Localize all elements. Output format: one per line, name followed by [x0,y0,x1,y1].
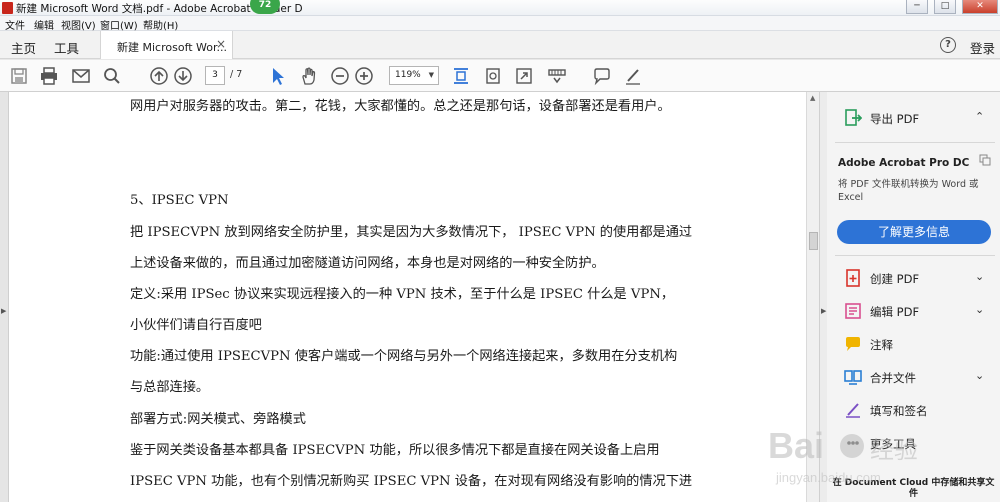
copy-icon[interactable] [979,154,991,166]
page-total: / 7 [230,69,243,80]
divider [835,142,995,143]
product-name: Adobe Acrobat Pro DC [838,157,970,169]
scroll-up-icon[interactable]: ▲ [810,94,815,102]
maximize-button[interactable]: □ [934,0,956,14]
tab-home[interactable]: 主页 [11,38,36,57]
help-icon[interactable]: ? [940,37,956,53]
vertical-scrollbar[interactable]: ▲ [806,92,819,502]
more-tools-label: 更多工具 [870,437,916,451]
combine-files-label: 合并文件 [870,371,916,385]
doc-text-line: 功能:通过使用 IPSECVPN 使客户端或一个网络与另外一个网络连接起来，多数… [130,349,678,364]
doc-text-line: 网用户对服务器的攻击。第二，花钱，大家都懂的。总之还是那句话，设备部署还是看用户… [130,99,671,114]
edit-pdf-label: 编辑 PDF [870,305,920,319]
scroll-mode-icon[interactable] [547,66,567,86]
fill-sign-label: 填写和签名 [870,404,928,418]
close-tab-icon[interactable]: × [216,37,226,51]
chevron-down-icon[interactable]: ⌄ [975,270,984,283]
comment-label: 注释 [870,338,893,352]
scrollbar-thumb[interactable] [809,232,818,250]
create-pdf-icon [844,269,862,287]
document-tab-label: 新建 Microsoft Wor... [117,41,228,54]
product-description: 将 PDF 文件联机转换为 Word 或 Excel [838,179,979,203]
create-pdf-label: 创建 PDF [870,272,920,286]
toolbar: 3 / 7 119% ▼ [0,60,1000,92]
doc-heading: 5、IPSEC VPN [130,193,229,208]
chevron-down-icon[interactable]: ⌄ [975,369,984,382]
tab-bar: 主页 工具 新建 Microsoft Wor... × ? 登录 [0,31,1000,59]
menu-edit[interactable]: 编辑 [34,17,54,32]
export-pdf-item[interactable]: 导出 PDF ⌃ [827,103,1000,133]
more-tools-icon [844,434,862,452]
comment-icon[interactable] [592,66,612,86]
fill-sign-icon [844,401,862,419]
combine-files-item[interactable]: 合并文件 ⌄ [827,362,1000,392]
edit-pdf-icon [844,302,862,320]
export-pdf-icon [844,109,863,127]
chevron-down-icon: ▼ [428,71,434,79]
doc-text-line: 鉴于网关类设备基本都具备 IPSECVPN 功能，所以很多情况下都是直接在网关设… [130,443,660,458]
print-icon[interactable] [39,66,59,86]
fill-sign-item[interactable]: 填写和签名 [827,395,1000,425]
hand-icon[interactable] [299,66,319,86]
zoom-in-icon[interactable] [354,66,374,86]
menu-help[interactable]: 帮助(H) [143,17,178,32]
menu-view[interactable]: 视图(V) [61,17,96,32]
zoom-select[interactable]: 119% ▼ [389,66,439,85]
collapse-right-icon[interactable]: ▶ [821,307,826,315]
fullscreen-icon[interactable] [514,66,534,86]
document-viewport[interactable]: 网用户对服务器的攻击。第二，花钱，大家都懂的。总之还是那句话，设备部署还是看用户… [9,92,806,502]
save-icon[interactable] [9,66,29,86]
more-tools-item[interactable]: 更多工具 [827,428,1000,458]
acrobat-app-icon [2,2,13,14]
doc-text-line: 把 IPSECVPN 放到网络安全防护里，其实是因为大多数情况下， IPSEC … [130,225,693,240]
tab-document[interactable]: 新建 Microsoft Wor... × [100,31,233,59]
doc-text-line: 与总部连接。 [130,380,210,395]
comment-item[interactable]: 注释 [827,329,1000,359]
select-cursor-icon[interactable] [268,66,288,86]
doc-text-line: 部署方式:网关模式、旁路模式 [130,412,306,427]
close-window-button[interactable]: ✕ [962,0,998,14]
menu-file[interactable]: 文件 [5,17,25,32]
menu-bar: 文件 编辑 视图(V) 窗口(W) 帮助(H) [0,16,1000,32]
document-cloud-note: 在 Document Cloud 中存储和共享文件 [832,478,995,499]
page-down-icon[interactable] [173,66,193,86]
doc-text-line: 小伙伴们请自行百度吧 [130,318,262,333]
doc-text-line: 定义:采用 IPSec 协议来实现远程接入的一种 VPN 技术，至于什么是 IP… [130,287,675,302]
divider [835,255,995,256]
chevron-down-icon[interactable]: ⌄ [975,303,984,316]
combine-files-icon [844,368,862,386]
title-bar: 新建 Microsoft Word 文档.pdf - Adobe Acrobat… [0,0,1000,16]
pdf-page: 网用户对服务器的攻击。第二，花钱，大家都懂的。总之还是那句话，设备部署还是看用户… [9,92,806,502]
doc-text-line: IPSEC VPN 功能，也有个别情况新购买 IPSEC VPN 设备，在对现有… [130,474,693,489]
export-pdf-label: 导出 PDF [870,112,920,126]
learn-more-button[interactable]: 了解更多信息 [837,220,991,244]
notification-badge: 72 [250,0,280,14]
zoom-value: 119% [395,70,421,80]
rotate-icon[interactable] [483,66,503,86]
menu-window[interactable]: 窗口(W) [100,17,138,32]
right-panel-toggle[interactable]: ▶ [819,92,827,502]
zoom-out-icon[interactable] [330,66,350,86]
expand-left-icon[interactable]: ▶ [1,307,6,315]
left-navigation-panel[interactable]: ▶ [0,92,9,502]
search-icon[interactable] [102,66,122,86]
login-button[interactable]: 登录 [970,38,995,57]
comment-bubble-icon [844,335,862,353]
page-up-icon[interactable] [149,66,169,86]
minimize-button[interactable]: ─ [906,0,928,14]
fit-page-icon[interactable] [451,66,471,86]
page-number-input[interactable]: 3 [205,66,225,85]
email-icon[interactable] [71,66,91,86]
tab-tools[interactable]: 工具 [54,38,79,57]
sign-icon[interactable] [623,66,643,86]
tools-pane: 导出 PDF ⌃ Adobe Acrobat Pro DC 将 PDF 文件联机… [827,92,1000,502]
chevron-up-icon[interactable]: ⌃ [975,110,984,123]
create-pdf-item[interactable]: 创建 PDF ⌄ [827,263,1000,293]
edit-pdf-item[interactable]: 编辑 PDF ⌄ [827,296,1000,326]
doc-text-line: 上述设备来做的，而且通过加密隧道访问网络，本身也是对网络的一种安全防护。 [130,256,605,271]
